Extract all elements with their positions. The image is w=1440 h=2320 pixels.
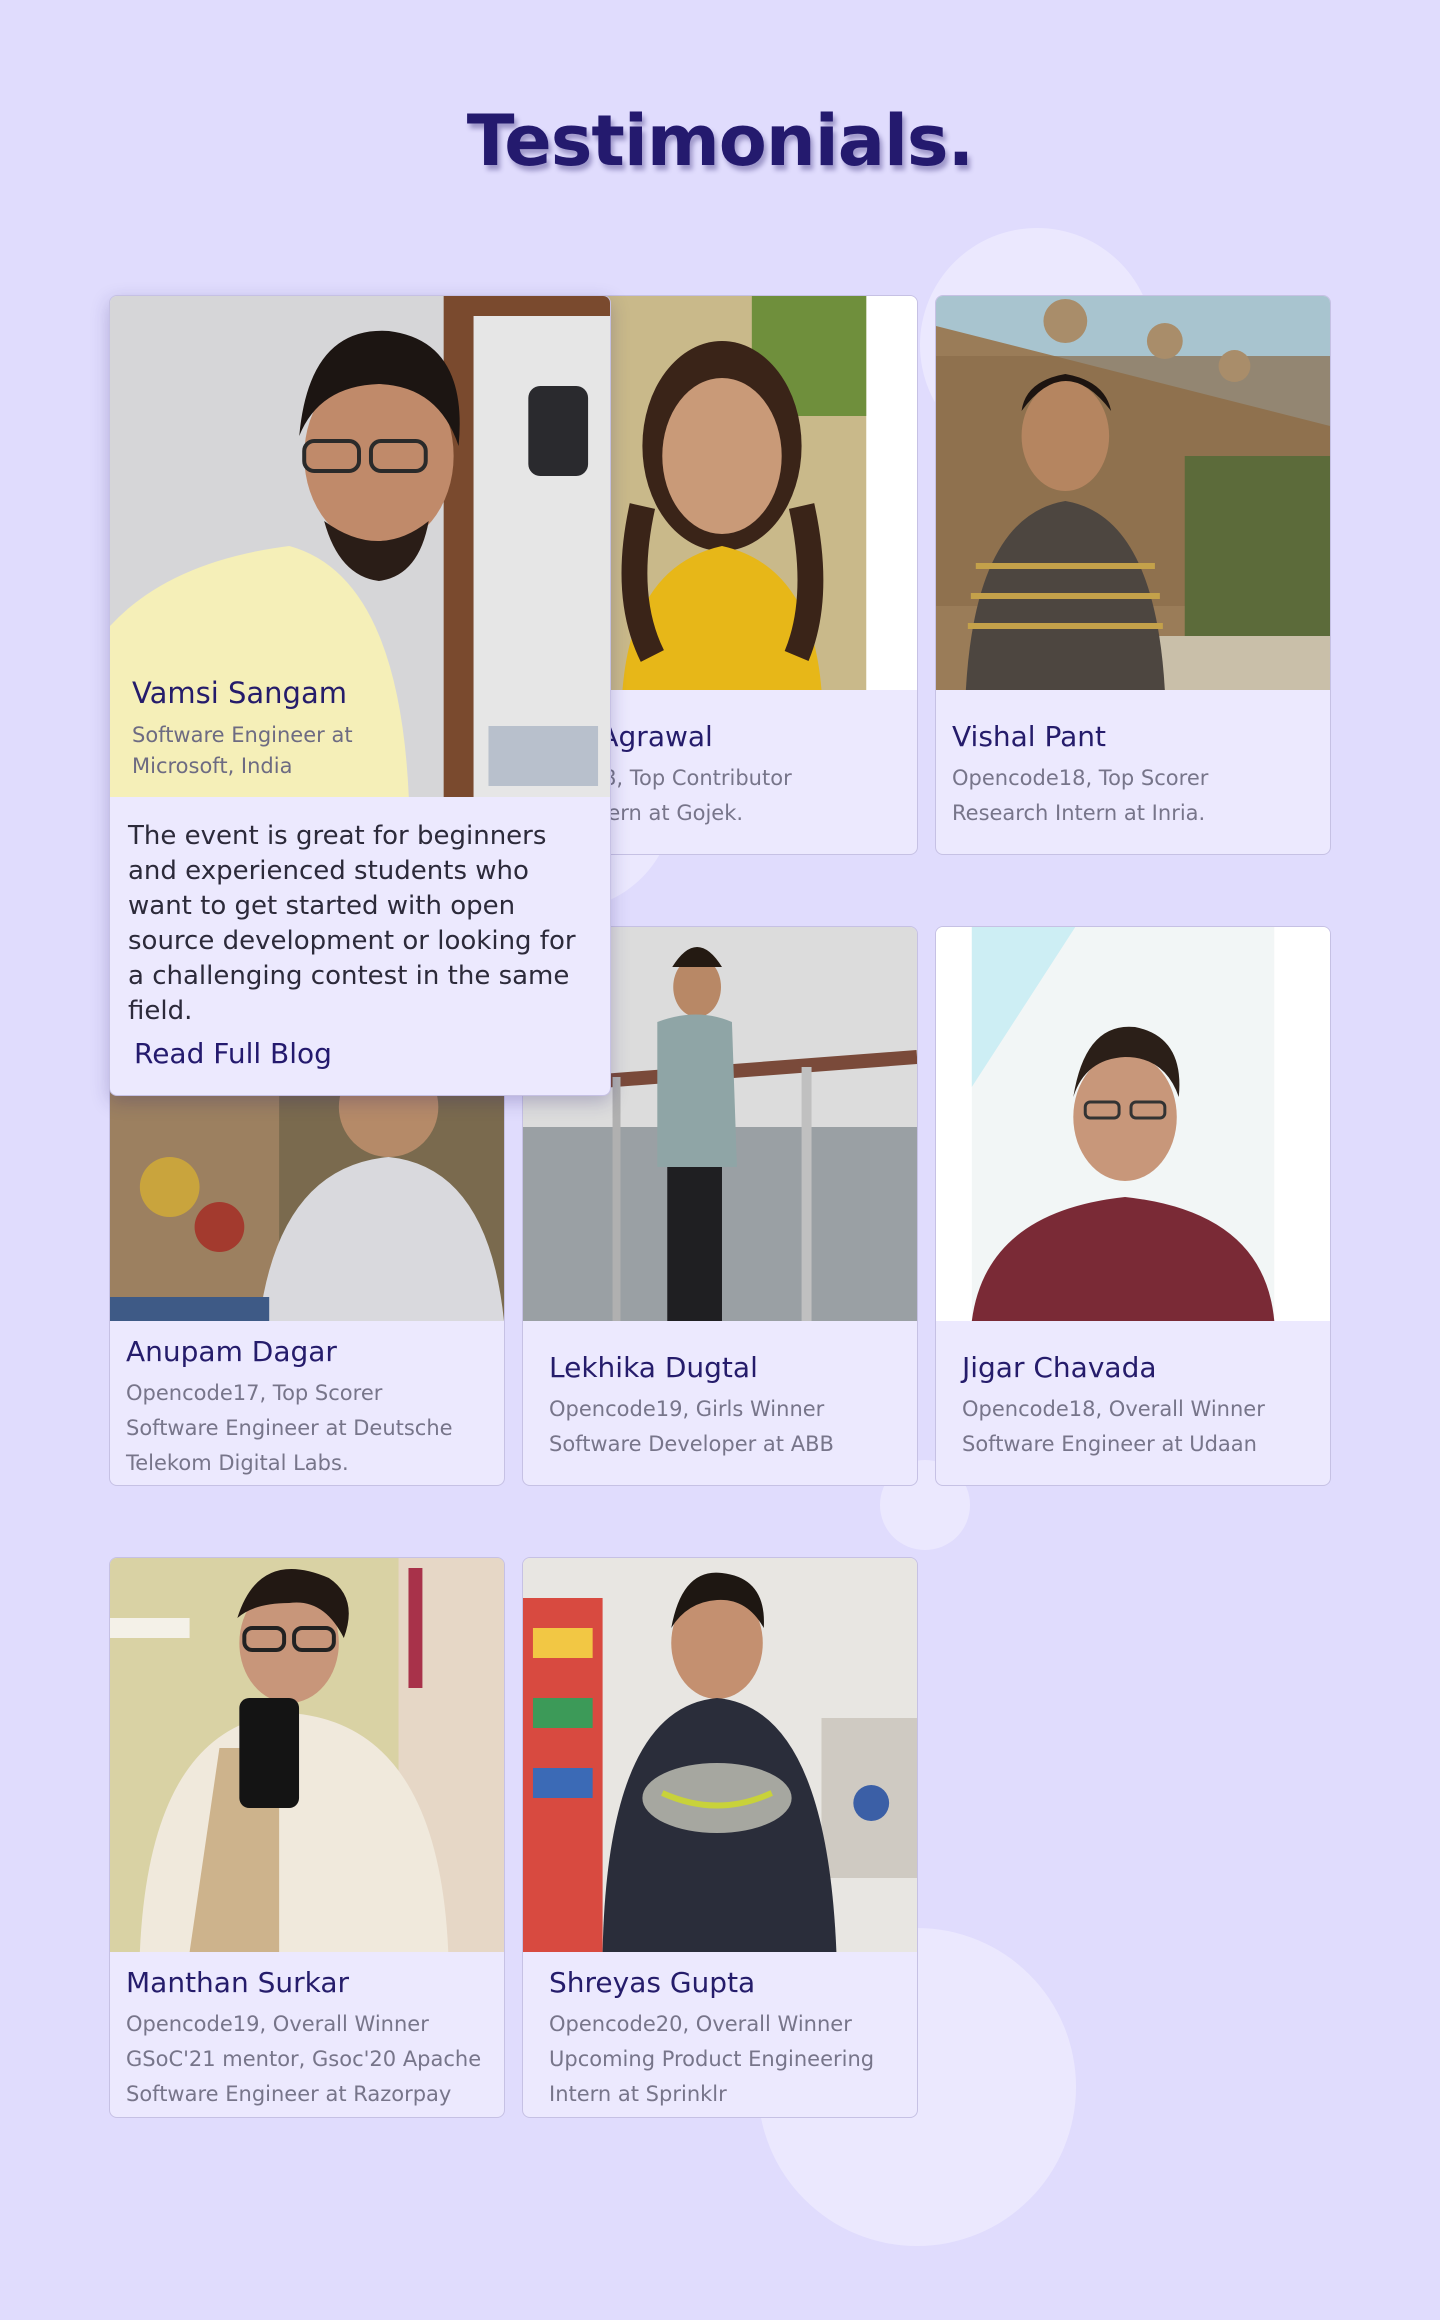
testimonial-detail: Software Developer at ABB <box>549 1432 834 1456</box>
testimonial-detail: Opencode17, Top Scorer <box>126 1381 383 1405</box>
page-title: Testimonials. <box>466 100 974 182</box>
testimonial-detail: Research Intern at Inria. <box>952 801 1206 825</box>
testimonial-name: Vamsi Sangam <box>132 676 347 710</box>
profile-photo <box>523 1558 917 1952</box>
testimonial-detail: Software Engineer at Udaan <box>962 1432 1257 1456</box>
testimonial-detail: Software Engineer at Deutsche <box>126 1416 453 1440</box>
testimonial-quote: The event is great for beginners and exp… <box>128 821 576 1026</box>
testimonial-detail: Software Engineer at Razorpay <box>126 2082 452 2106</box>
testimonial-card[interactable]: Manthan Surkar Opencode19, Overall Winne… <box>109 1557 505 2118</box>
testimonial-detail: Telekom Digital Labs. <box>126 1451 349 1475</box>
profile-photo <box>936 927 1330 1321</box>
testimonial-name: Manthan Surkar <box>126 1966 350 1999</box>
testimonial-name: Anupam Dagar <box>126 1335 337 1368</box>
read-full-blog-link[interactable]: Read Full Blog <box>134 1037 610 1070</box>
testimonial-detail: Opencode20, Overall Winner <box>549 2012 852 2036</box>
testimonial-detail: Opencode18, Overall Winner <box>962 1397 1265 1421</box>
testimonial-detail: Upcoming Product Engineering <box>549 2047 875 2071</box>
photo-caption: Vamsi Sangam Software Engineer at Micros… <box>132 676 382 782</box>
testimonial-name: Jigar Chavada <box>962 1351 1157 1384</box>
testimonial-name: Vishal Pant <box>952 720 1106 753</box>
testimonial-detail: Opencode19, Girls Winner <box>549 1397 825 1421</box>
profile-photo <box>110 1558 504 1952</box>
testimonial-detail: Software Engineer at Microsoft, India <box>132 723 353 778</box>
testimonial-name: Lekhika Dugtal <box>549 1351 758 1384</box>
testimonial-detail: GSoC'21 mentor, Gsoc'20 Apache <box>126 2047 482 2071</box>
testimonial-detail: Opencode18, Top Scorer <box>952 766 1209 790</box>
testimonial-card[interactable]: Shreyas Gupta Opencode20, Overall Winner… <box>522 1557 918 2118</box>
testimonial-detail: Intern at Sprinklr <box>549 2082 727 2106</box>
profile-photo: Vamsi Sangam Software Engineer at Micros… <box>110 296 610 797</box>
testimonial-name: Shreyas Gupta <box>549 1966 756 1999</box>
testimonial-card[interactable]: Vishal Pant Opencode18, Top Scorer Resea… <box>935 295 1331 855</box>
testimonial-card[interactable]: Jigar Chavada Opencode18, Overall Winner… <box>935 926 1331 1486</box>
testimonial-detail: Opencode19, Overall Winner <box>126 2012 429 2036</box>
profile-photo <box>936 296 1330 690</box>
testimonial-card-expanded[interactable]: Vamsi Sangam Software Engineer at Micros… <box>109 295 611 1096</box>
